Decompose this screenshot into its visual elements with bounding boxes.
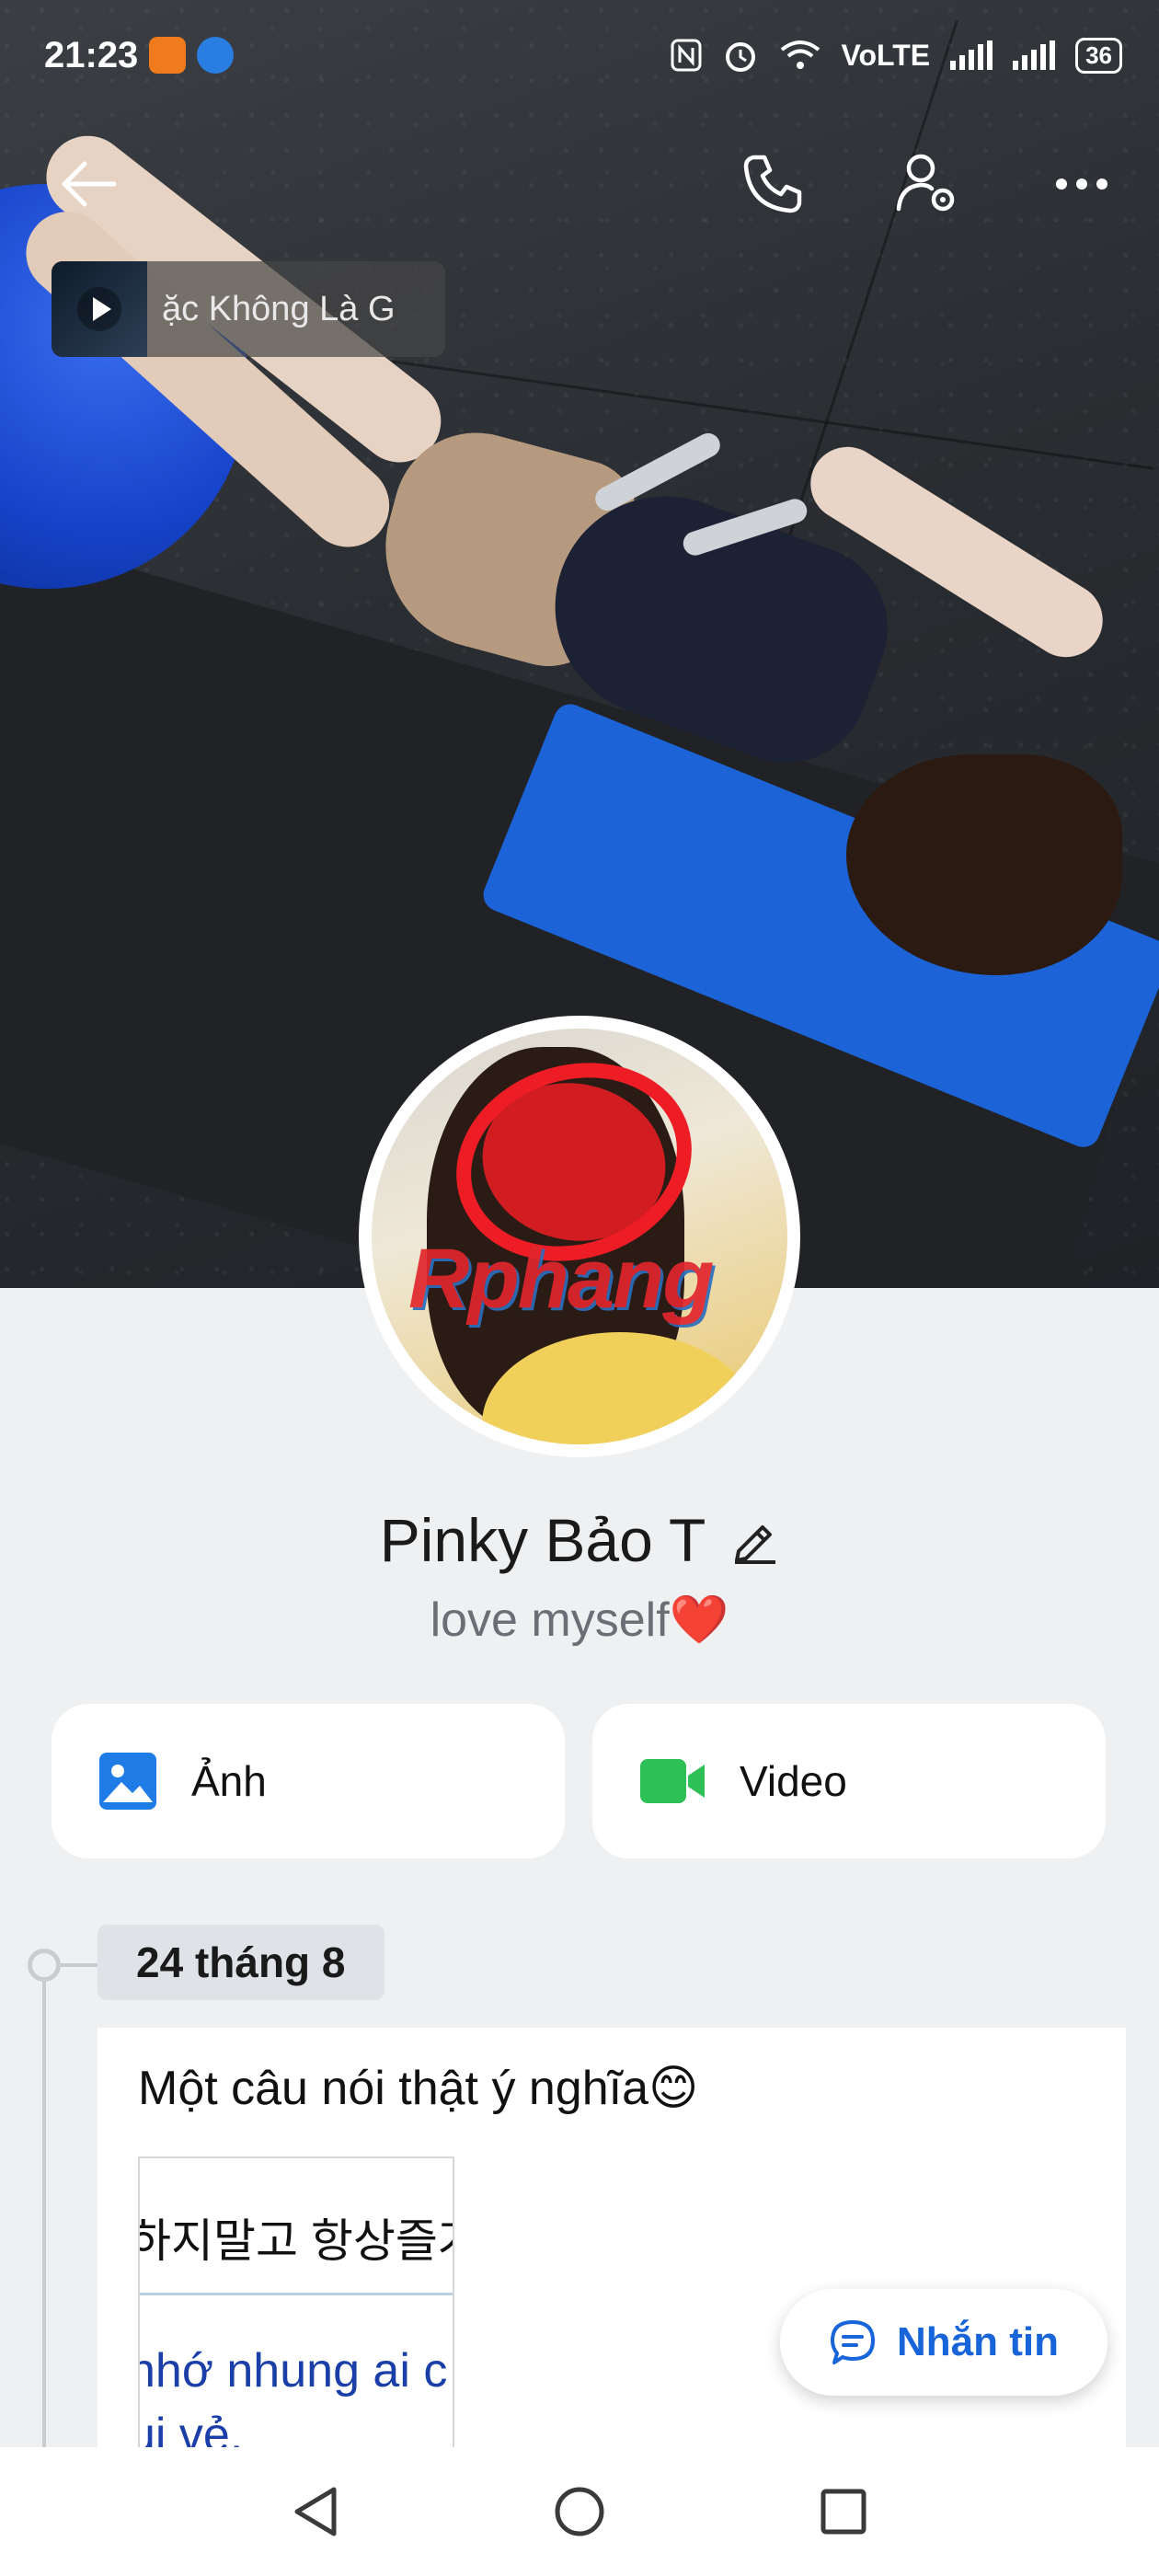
more-dots-icon (1056, 178, 1107, 190)
back-arrow-icon (62, 161, 117, 207)
nfc-icon (671, 39, 701, 72)
videos-button[interactable]: Video (592, 1704, 1106, 1858)
profile-settings-button[interactable] (890, 147, 964, 221)
more-options-button[interactable] (1045, 147, 1119, 221)
nav-recents-square-icon (820, 2489, 866, 2535)
profile-bio: love myself❤️ (430, 1593, 729, 1647)
alarm-icon (725, 42, 755, 72)
post-image-korean-text: 하지말고 항상즐거 (138, 2215, 454, 2267)
status-bar: 21:23 VoLTE 36 (0, 0, 1159, 110)
send-message-label: Nhắn tin (897, 2319, 1059, 2364)
avatar-watermark: Rphang (408, 1232, 714, 1326)
status-icons: VoLTE 36 (671, 37, 1122, 74)
chat-bubble-icon (831, 2320, 875, 2364)
network-type: VoLTE (841, 38, 931, 72)
avatar[interactable]: Rphang (359, 1016, 800, 1457)
signal-icon (1013, 40, 1056, 70)
timeline-dot (28, 1949, 61, 1982)
avatar-photo: Rphang (372, 1029, 787, 1444)
nav-back-button[interactable] (270, 2466, 361, 2558)
edit-pencil-icon[interactable] (731, 1516, 779, 1564)
call-button[interactable] (736, 147, 809, 221)
user-settings-icon (896, 154, 955, 212)
music-track-title: ặc Không Là G (162, 289, 396, 328)
profile-music-player[interactable]: ặc Không Là G (52, 261, 445, 357)
videos-label: Video (740, 1757, 847, 1805)
timeline-connector (61, 1963, 98, 1967)
back-button[interactable] (52, 147, 125, 221)
app-notification-icon (149, 37, 187, 74)
timeline-line (42, 1961, 46, 2458)
battery-indicator: 36 (1075, 37, 1122, 74)
profile-name: Pinky Bảo T (379, 1506, 706, 1574)
system-navigation-bar (0, 2447, 1159, 2576)
nav-home-circle-icon (555, 2487, 604, 2536)
signal-icon (950, 40, 993, 70)
post-text: Một câu nói thật ý nghĩa😊 (138, 2062, 699, 2115)
music-album-art (52, 261, 147, 357)
video-camera-icon (640, 1759, 705, 1803)
post-image-divider (140, 2293, 453, 2295)
play-icon[interactable] (75, 285, 123, 333)
app-notification-icon (197, 37, 235, 74)
nav-recents-button[interactable] (798, 2466, 889, 2558)
photos-label: Ảnh (191, 1757, 267, 1805)
post-image[interactable]: 하지말고 항상즐거 nhớ nhung ai c ui vẻ. (138, 2156, 454, 2488)
phone-icon (743, 155, 802, 213)
photos-button[interactable]: Ảnh (52, 1704, 565, 1858)
timeline-date: 24 tháng 8 (98, 1925, 384, 2000)
wifi-icon (780, 40, 820, 69)
nav-home-button[interactable] (534, 2466, 625, 2558)
post-image-viet-line: nhớ nhung ai c (138, 2344, 448, 2398)
profile-name-row: Pinky Bảo T (0, 1505, 1159, 1575)
status-time: 21:23 (44, 34, 139, 75)
send-message-button[interactable]: Nhắn tin (780, 2289, 1107, 2396)
timeline-post[interactable]: Một câu nói thật ý nghĩa😊 하지말고 항상즐거 nhớ … (98, 2028, 1126, 2488)
nav-back-triangle-icon (294, 2487, 337, 2536)
photo-icon (99, 1753, 156, 1810)
